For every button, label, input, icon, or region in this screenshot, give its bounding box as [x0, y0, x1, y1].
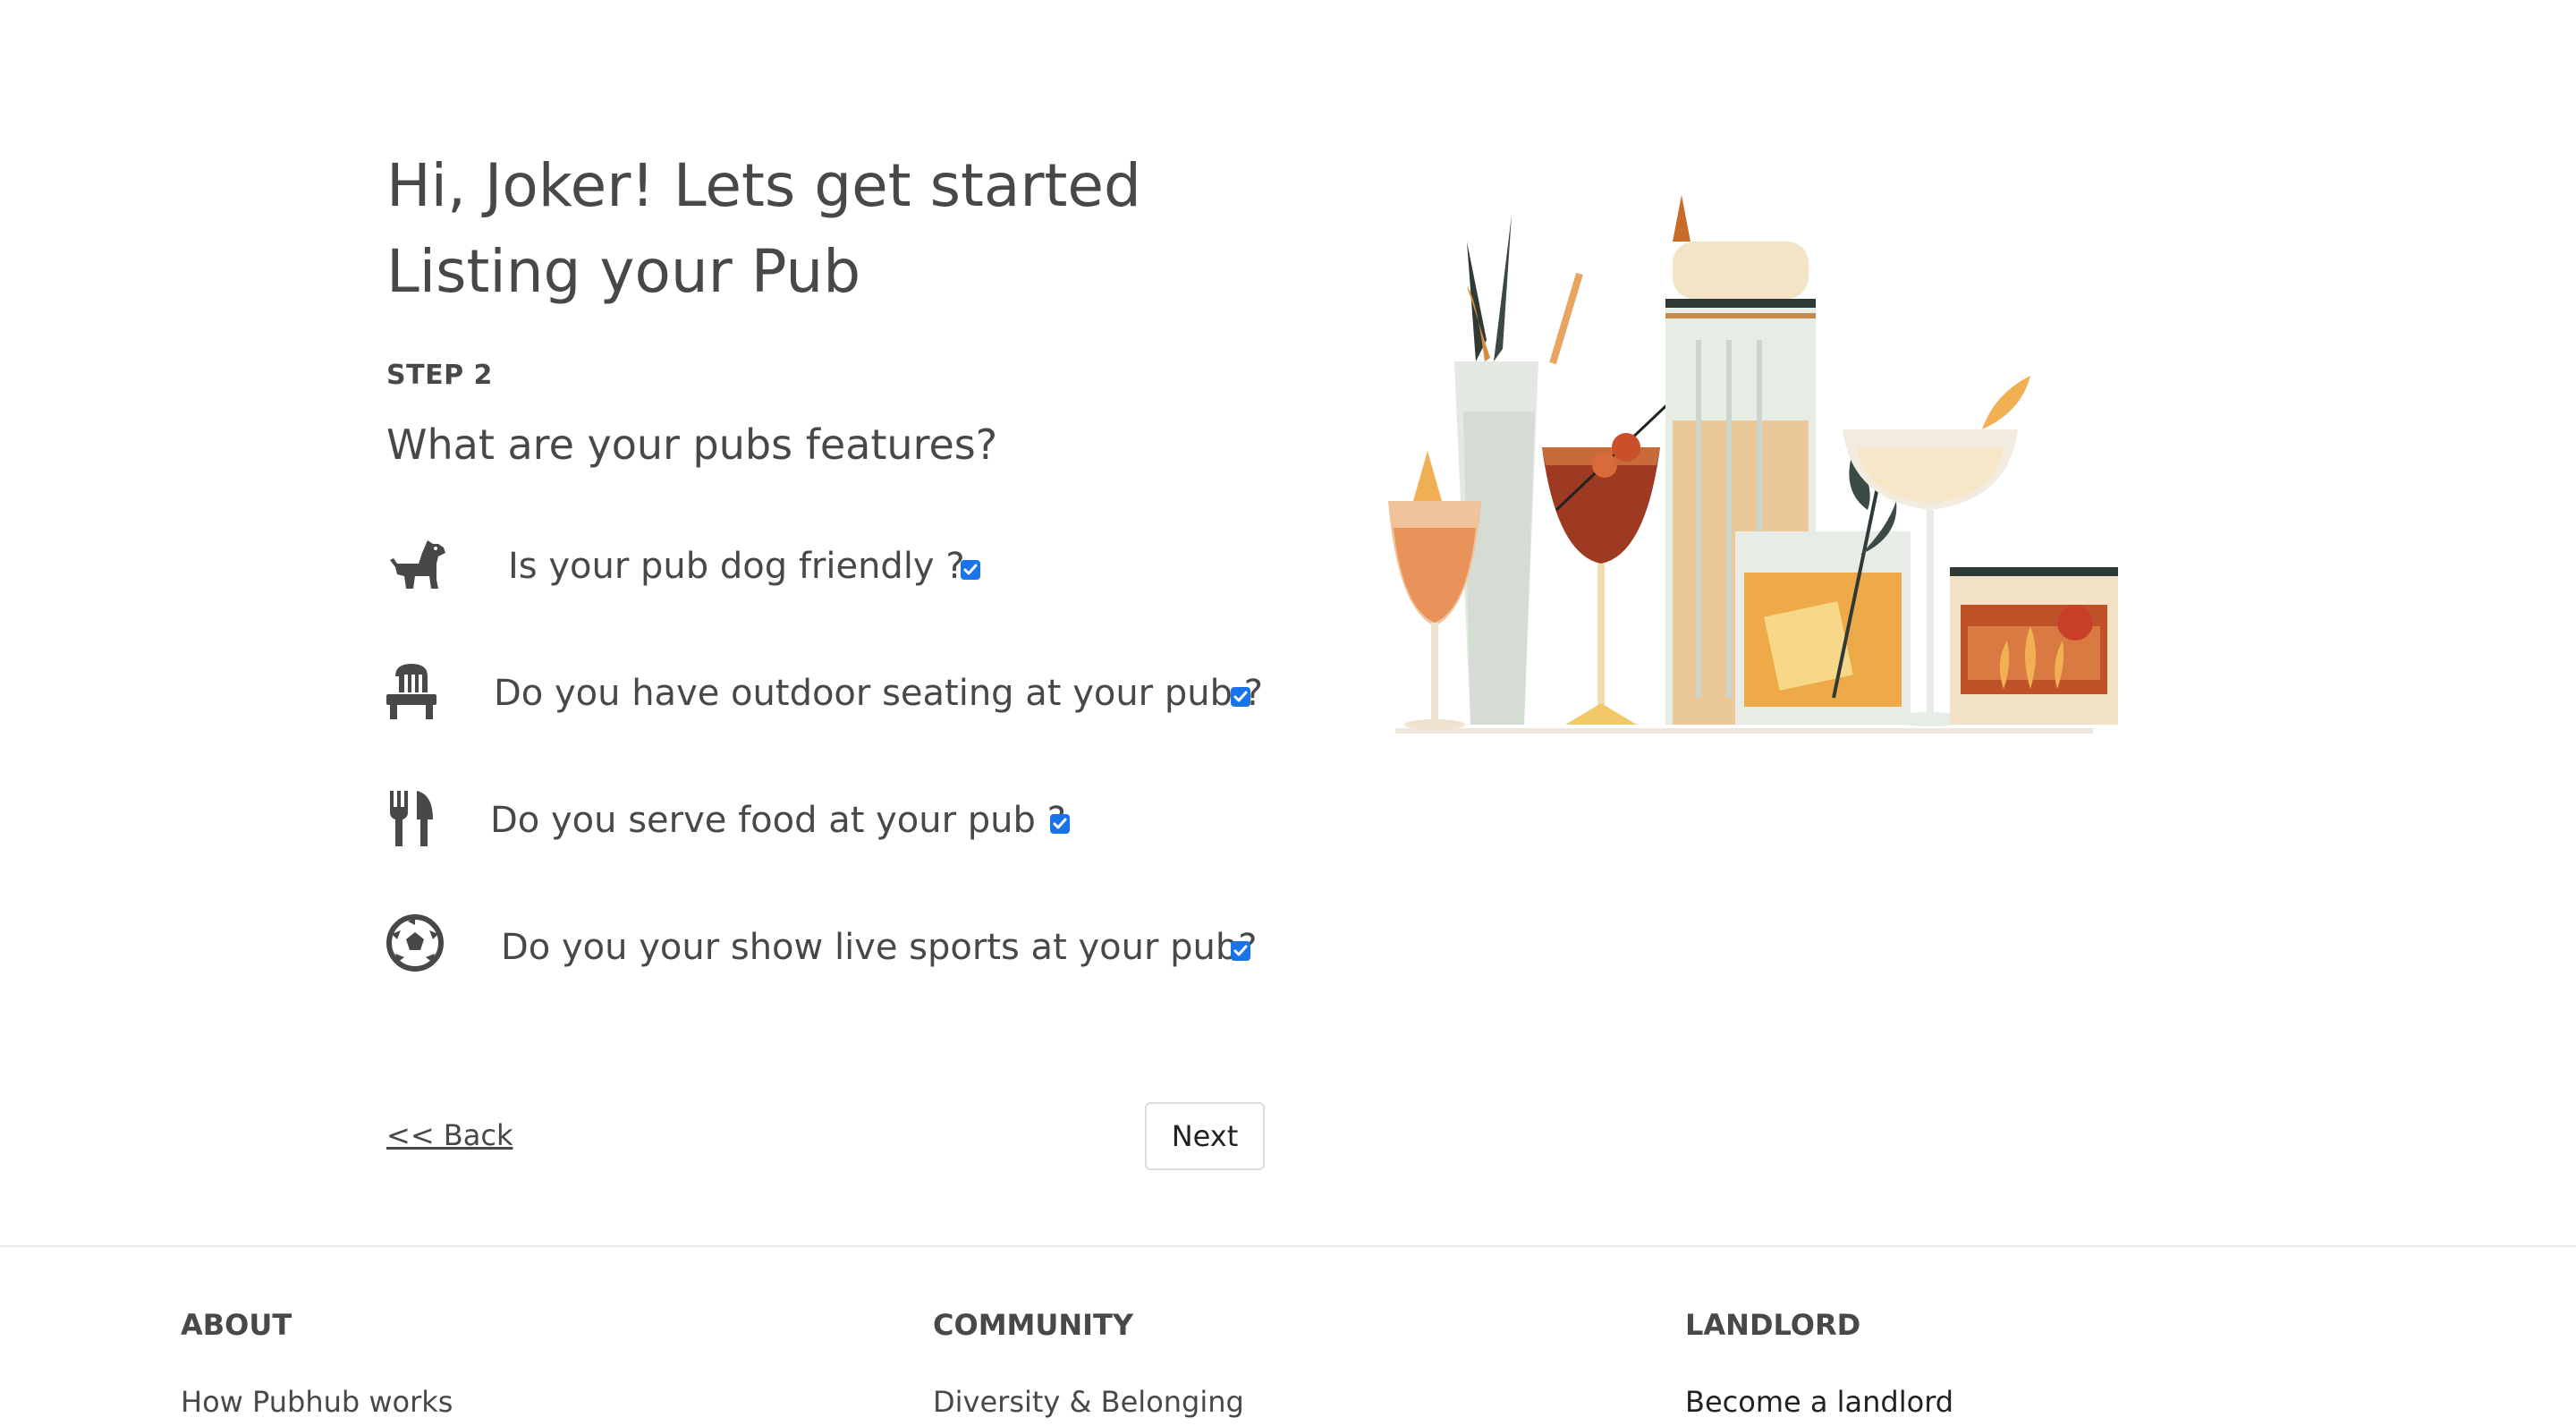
outdoor-seating-checkbox[interactable]: [1231, 687, 1250, 707]
dog-friendly-checkbox[interactable]: [961, 560, 980, 580]
feature-live-sports: Do you your show live sports at your pub…: [386, 914, 1263, 986]
feature-label: Do you your show live sports at your pub…: [501, 927, 1258, 968]
feature-outdoor-seating: Do you have outdoor seating at your pub …: [386, 660, 1263, 732]
cocktail-illustration: [1377, 188, 2129, 743]
next-button[interactable]: Next: [1145, 1102, 1265, 1170]
feature-label: Is your pub dog friendly ?: [508, 546, 965, 587]
footer-heading-community: COMMUNITY: [933, 1308, 1134, 1342]
footer-link-how-pubhub-works[interactable]: How Pubhub works: [181, 1385, 453, 1419]
footer-heading-landlord: LANDLORD: [1685, 1308, 1861, 1342]
back-link[interactable]: << Back: [386, 1118, 513, 1152]
serves-food-checkbox[interactable]: [1050, 814, 1070, 834]
feature-label: Do you serve food at your pub ?: [490, 800, 1066, 841]
footer-link-become-landlord[interactable]: Become a landlord: [1685, 1385, 1953, 1419]
features-question: What are your pubs features?: [386, 420, 998, 469]
footer-link-diversity-belonging[interactable]: Diversity & Belonging: [933, 1385, 1244, 1419]
page-title: Hi, Joker! Lets get started Listing your…: [386, 151, 1141, 306]
feature-serves-food: Do you serve food at your pub ?: [386, 787, 1084, 859]
feature-dog-friendly: Is your pub dog friendly ?: [386, 533, 1013, 605]
soccer-ball-icon: [386, 914, 449, 977]
fork-knife-icon: [386, 787, 449, 850]
feature-label: Do you have outdoor seating at your pub …: [494, 673, 1263, 714]
footer-heading-about: ABOUT: [181, 1308, 292, 1342]
live-sports-checkbox[interactable]: [1231, 941, 1250, 961]
dog-icon: [386, 533, 449, 596]
footer-divider: [0, 1245, 2576, 1247]
step-indicator: STEP 2: [386, 360, 493, 391]
chair-icon: [386, 660, 449, 723]
